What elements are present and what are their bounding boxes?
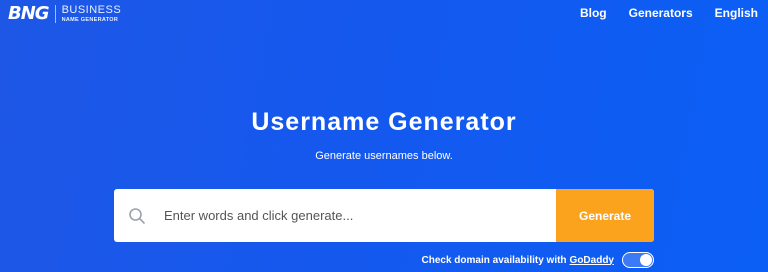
logo-mark: BNG — [8, 3, 50, 24]
search-box: Generate — [114, 189, 654, 242]
keywords-input[interactable] — [160, 189, 556, 242]
page-subtitle: Generate usernames below. — [315, 150, 453, 162]
domain-check: Check domain availability with GoDaddy — [421, 252, 654, 268]
logo-text: BUSINESS NAME GENERATOR — [54, 3, 122, 24]
nav-generators-link[interactable]: Generators — [629, 6, 693, 20]
godaddy-link[interactable]: GoDaddy — [570, 255, 614, 266]
logo-line-1: BUSINESS — [61, 3, 122, 16]
main-nav: Blog Generators English — [580, 6, 758, 20]
logo[interactable]: BNG BUSINESS NAME GENERATOR — [8, 3, 121, 25]
page-title: Username Generator — [251, 108, 517, 136]
domain-check-label: Check domain availability with — [421, 254, 567, 266]
domain-check-toggle[interactable] — [622, 252, 654, 268]
logo-line-2: NAME GENERATOR — [61, 16, 119, 23]
search-icon — [114, 189, 160, 242]
top-header: BNG BUSINESS NAME GENERATOR Blog Generat… — [0, 0, 768, 30]
nav-language-link[interactable]: English — [715, 6, 758, 20]
generate-button[interactable]: Generate — [556, 189, 654, 242]
nav-blog-link[interactable]: Blog — [580, 6, 607, 20]
toggle-knob — [640, 254, 652, 266]
